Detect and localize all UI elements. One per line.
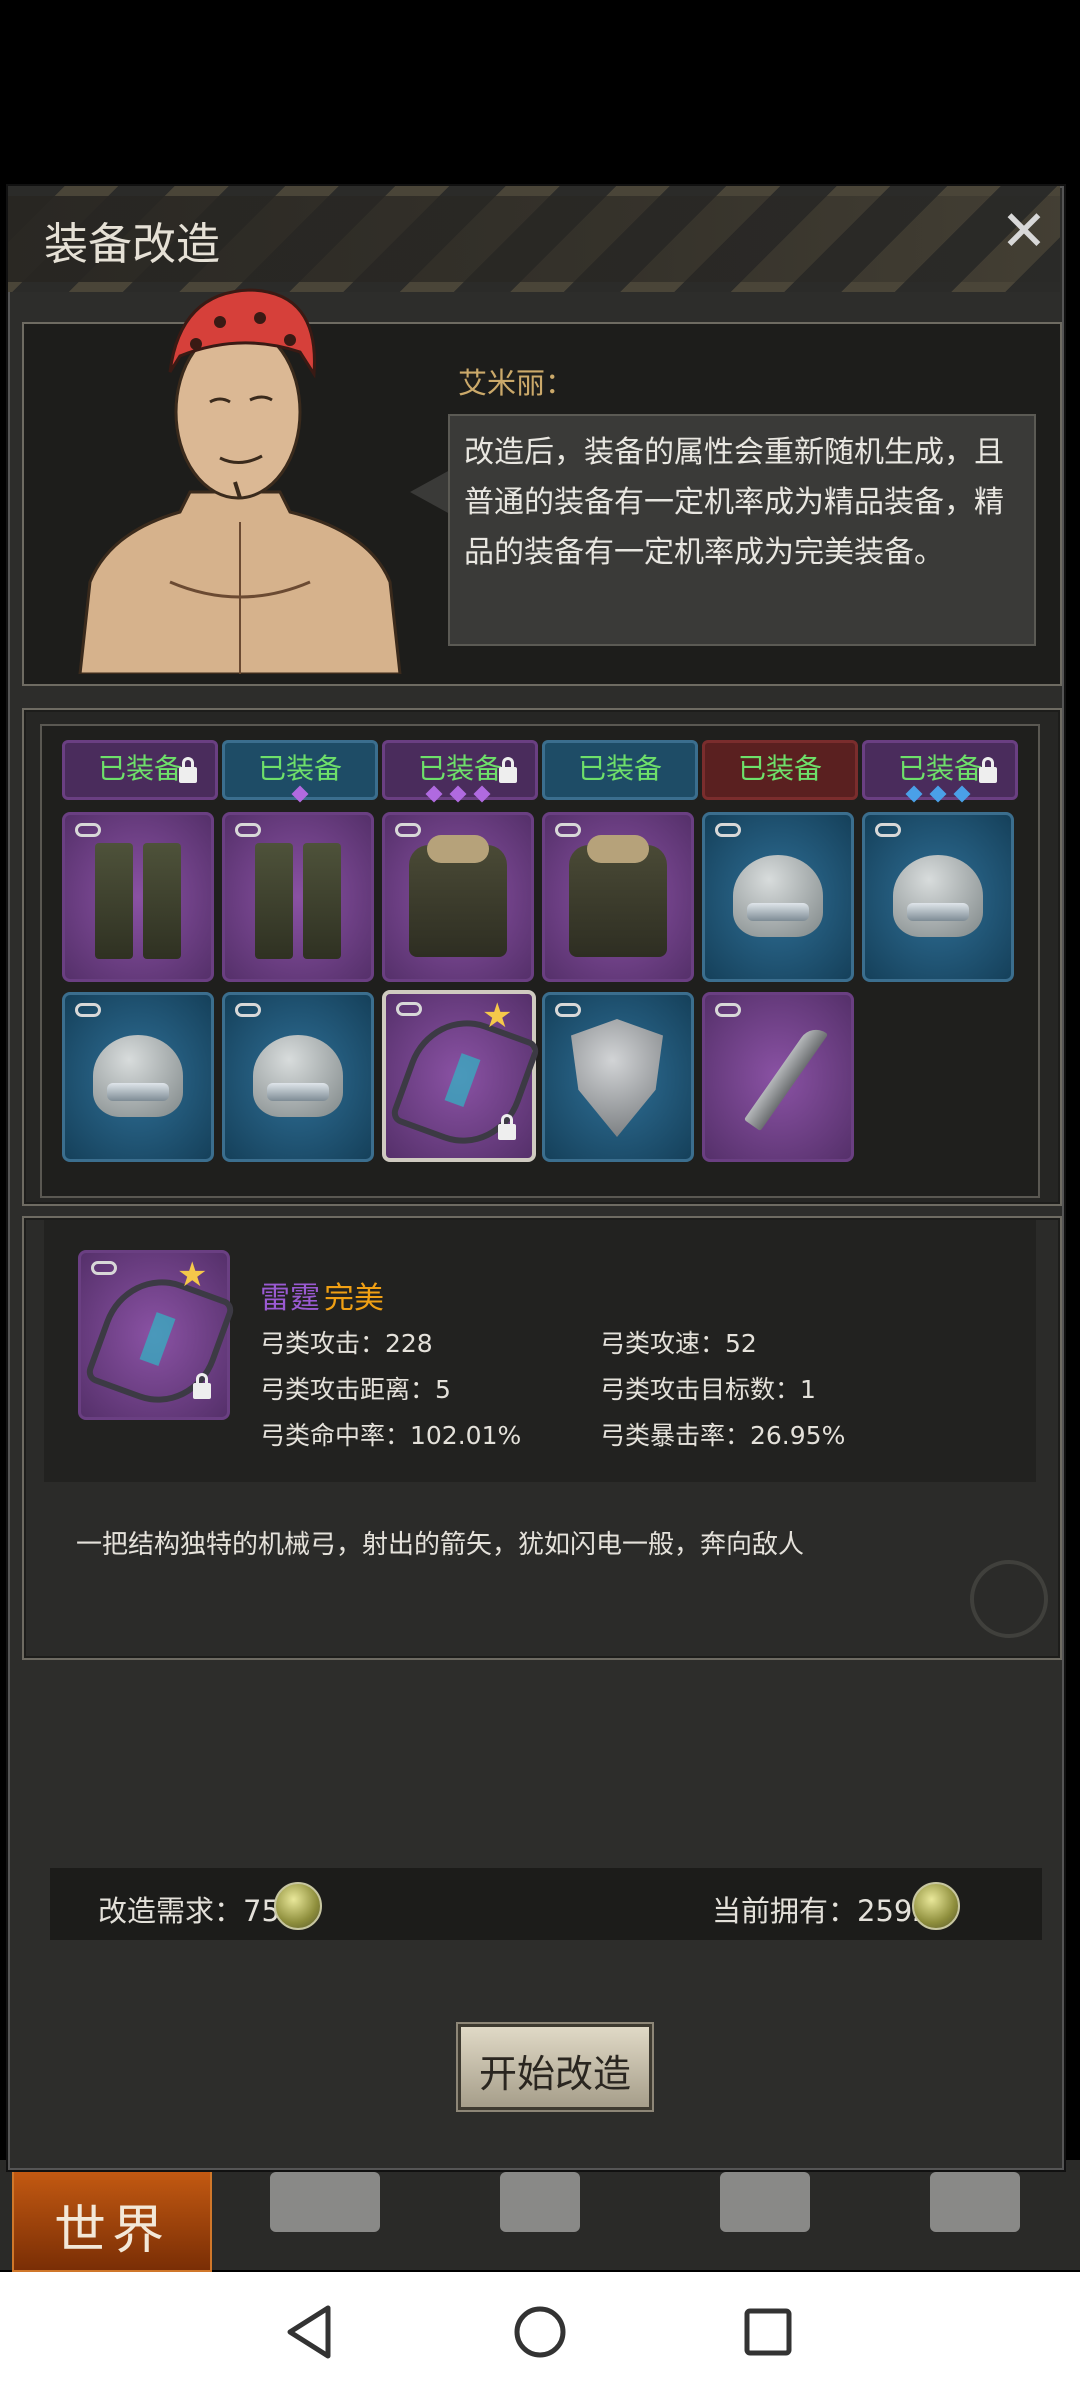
world-tab-label: 世界 [53, 2201, 170, 2261]
inventory-slot[interactable] [542, 812, 694, 982]
helmet-icon [733, 855, 823, 937]
stat-range: 弓类攻击距离：5 [260, 1375, 451, 1404]
owned-amount: 当前拥有：2592 [712, 1894, 931, 1928]
recents-nav-icon[interactable] [736, 2300, 800, 2364]
equipped-label: 已装备 [577, 752, 662, 785]
link-icon [75, 1003, 101, 1017]
equipped-label: 已装备 [737, 752, 822, 785]
speech-bubble-tail [410, 470, 450, 514]
stat-crit: 弓类暴击率：26.95% [600, 1421, 846, 1450]
shield-icon [571, 1019, 663, 1137]
jacket-icon [569, 835, 667, 957]
building-tab-icon[interactable] [720, 2172, 810, 2232]
inventory-slot[interactable] [62, 812, 214, 982]
pants-icon [255, 843, 341, 959]
inventory-slot[interactable] [62, 992, 214, 1162]
equipped-slot[interactable]: 已装备 [62, 740, 218, 800]
link-icon [235, 1003, 261, 1017]
equipped-label: 已装备 [257, 752, 342, 785]
equipped-slot[interactable]: 已装备 [542, 740, 698, 800]
helmet-icon [93, 1035, 183, 1117]
star-icon: ★ [177, 1255, 208, 1295]
radiation-watermark-icon [970, 1560, 1048, 1638]
knife-icon [743, 1022, 829, 1132]
start-modify-button[interactable]: 开始改造 [458, 2024, 652, 2110]
inventory-slot[interactable] [542, 992, 694, 1162]
star-icon: ★ [482, 996, 513, 1036]
npc-portrait [78, 288, 402, 674]
link-icon [715, 1003, 741, 1017]
bottlecap-coin-icon [912, 1882, 960, 1930]
dialog-title: 装备改造 [44, 219, 220, 270]
required-cost: 改造需求：75 [98, 1894, 280, 1928]
equipped-slot[interactable]: 已装备 [702, 740, 858, 800]
link-icon [555, 823, 581, 837]
lock-icon [498, 1114, 516, 1140]
lock-icon [499, 757, 517, 783]
link-icon [235, 823, 261, 837]
inventory-slot[interactable] [382, 812, 534, 982]
item-description: 一把结构独特的机械弓，射出的箭矢，犹如闪电一般，奔向敌人 [76, 1530, 805, 1560]
link-icon [75, 823, 101, 837]
inventory-slot[interactable] [702, 812, 854, 982]
world-tab[interactable]: 世界 [12, 2168, 212, 2272]
lock-icon [179, 757, 197, 783]
stat-attack-speed: 弓类攻速：52 [600, 1329, 757, 1358]
workbench-tab-icon[interactable] [930, 2172, 1020, 2232]
detail-item-icon-frame: ★ [78, 1250, 237, 1420]
npc-message: 改造后，装备的属性会重新随机生成，且普通的装备有一定机率成为精品装备，精品的装备… [464, 435, 1004, 570]
stat-accuracy: 弓类命中率：102.01% [260, 1421, 522, 1450]
backpack-tab-icon[interactable] [270, 2172, 380, 2232]
home-nav-icon[interactable] [508, 2300, 572, 2364]
bottlecap-coin-icon [274, 1882, 322, 1930]
pants-icon [95, 843, 181, 959]
link-icon [715, 823, 741, 837]
stat-attack: 弓类攻击：228 [260, 1329, 433, 1358]
inventory-slot[interactable] [862, 812, 1014, 982]
link-icon [91, 1261, 117, 1275]
inventory-slot[interactable] [222, 992, 374, 1162]
link-icon [875, 823, 901, 837]
inventory-slot[interactable] [702, 992, 854, 1162]
item-name: 雷霆 [260, 1281, 320, 1316]
link-icon [395, 823, 421, 837]
stat-targets: 弓类攻击目标数：1 [600, 1375, 816, 1404]
crossbow-icon [388, 1003, 542, 1161]
back-nav-icon[interactable] [280, 2300, 344, 2364]
jacket-icon [409, 835, 507, 957]
link-icon [555, 1003, 581, 1017]
close-icon[interactable]: ✕ [998, 204, 1050, 260]
helmet-icon [253, 1035, 343, 1117]
item-quality: 完美 [324, 1281, 384, 1316]
start-modify-label: 开始改造 [478, 2052, 631, 2096]
npc-speaker-name: 艾米丽： [458, 366, 575, 400]
crossbow-icon [83, 1262, 237, 1420]
inventory-slot[interactable] [222, 812, 374, 982]
lock-icon [193, 1373, 211, 1399]
inventory-slot-selected[interactable]: ★ [382, 990, 542, 1162]
character-tab-icon[interactable] [500, 2172, 580, 2232]
link-icon [396, 1002, 422, 1016]
helmet-icon [893, 855, 983, 937]
lock-icon [979, 757, 997, 783]
